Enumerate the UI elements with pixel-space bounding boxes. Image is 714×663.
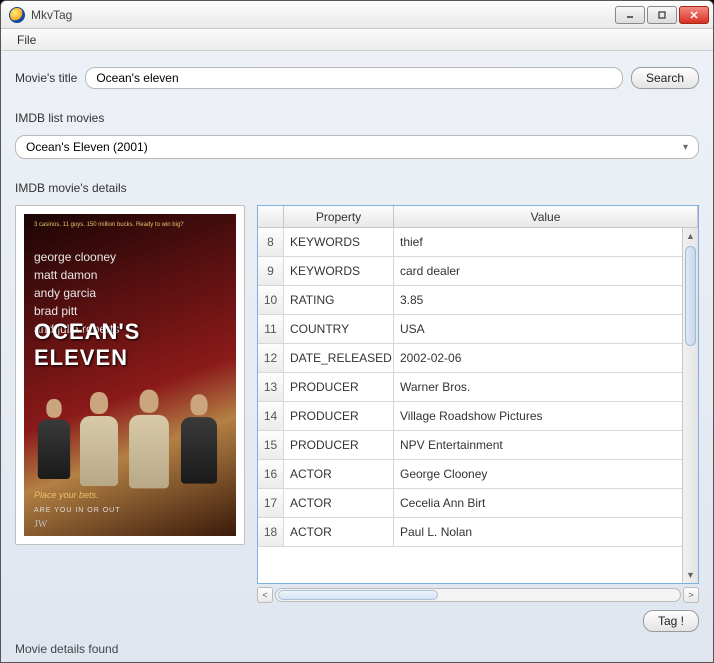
vertical-scrollbar[interactable]: ▲ ▼ [682, 228, 698, 583]
app-window: MkvTag File Movie's title Search IMDB li… [0, 0, 714, 663]
imdb-list-selected: Ocean's Eleven (2001) [26, 140, 148, 154]
chevron-down-icon: ▾ [683, 142, 688, 153]
value-cell[interactable]: 3.85 [394, 286, 698, 314]
imdb-list-label: IMDB list movies [15, 111, 699, 125]
movie-title-label: Movie's title [15, 71, 77, 85]
minimize-button[interactable] [615, 6, 645, 24]
scroll-up-icon[interactable]: ▲ [683, 228, 698, 244]
property-header[interactable]: Property [284, 206, 394, 227]
property-cell[interactable]: KEYWORDS [284, 257, 394, 285]
property-cell[interactable]: DATE_RELEASED [284, 344, 394, 372]
client-area: Movie's title Search IMDB list movies Oc… [1, 51, 713, 662]
search-button[interactable]: Search [631, 67, 699, 89]
close-button[interactable] [679, 6, 709, 24]
row-number: 16 [258, 460, 284, 488]
scroll-right-icon[interactable]: > [683, 587, 699, 603]
app-icon [9, 7, 25, 23]
row-number: 18 [258, 518, 284, 546]
property-cell[interactable]: KEYWORDS [284, 228, 394, 256]
row-number: 17 [258, 489, 284, 517]
value-header[interactable]: Value [394, 206, 698, 227]
search-row: Movie's title Search [15, 67, 699, 89]
hscroll-thumb[interactable] [278, 590, 438, 600]
table-row[interactable]: 15PRODUCERNPV Entertainment [258, 431, 698, 460]
table-header: Property Value [258, 206, 698, 228]
status-text: Movie details found [15, 642, 699, 656]
property-cell[interactable]: ACTOR [284, 460, 394, 488]
table-row[interactable]: 16ACTORGeorge Clooney [258, 460, 698, 489]
table-row[interactable]: 9KEYWORDScard dealer [258, 257, 698, 286]
table-row[interactable]: 18ACTORPaul L. Nolan [258, 518, 698, 547]
details-row: 3 casinos. 11 guys. 150 million bucks. R… [15, 205, 699, 584]
table-row[interactable]: 17ACTORCecelia Ann Birt [258, 489, 698, 518]
details-table: Property Value 8KEYWORDSthief9KEYWORDSca… [257, 205, 699, 584]
row-number: 9 [258, 257, 284, 285]
movie-title-input[interactable] [85, 67, 623, 89]
poster-tagline: Place your bets. [34, 490, 99, 500]
horizontal-scrollbar: < > [15, 586, 699, 604]
table-row[interactable]: 12DATE_RELEASED2002-02-06 [258, 344, 698, 373]
value-cell[interactable]: Paul L. Nolan [394, 518, 698, 546]
poster-studio: JW [34, 519, 47, 530]
value-cell[interactable]: George Clooney [394, 460, 698, 488]
row-number: 12 [258, 344, 284, 372]
property-cell[interactable]: ACTOR [284, 518, 394, 546]
table-body: 8KEYWORDSthief9KEYWORDScard dealer10RATI… [258, 228, 698, 583]
row-number: 11 [258, 315, 284, 343]
value-cell[interactable]: NPV Entertainment [394, 431, 698, 459]
tag-row: Tag ! [15, 610, 699, 632]
row-number: 13 [258, 373, 284, 401]
table-row[interactable]: 10RATING3.85 [258, 286, 698, 315]
window-controls [613, 6, 709, 24]
window-title: MkvTag [31, 8, 613, 22]
value-cell[interactable]: Village Roadshow Pictures [394, 402, 698, 430]
table-row[interactable]: 11COUNTRYUSA [258, 315, 698, 344]
table-row[interactable]: 8KEYWORDSthief [258, 228, 698, 257]
row-number: 10 [258, 286, 284, 314]
titlebar[interactable]: MkvTag [1, 1, 713, 29]
value-cell[interactable]: thief [394, 228, 698, 256]
property-cell[interactable]: ACTOR [284, 489, 394, 517]
vscroll-thumb[interactable] [685, 246, 696, 346]
value-cell[interactable]: card dealer [394, 257, 698, 285]
scroll-left-icon[interactable]: < [257, 587, 273, 603]
value-cell[interactable]: Cecelia Ann Birt [394, 489, 698, 517]
maximize-button[interactable] [647, 6, 677, 24]
value-cell[interactable]: USA [394, 315, 698, 343]
row-number: 14 [258, 402, 284, 430]
menubar: File [1, 29, 713, 51]
property-cell[interactable]: COUNTRY [284, 315, 394, 343]
property-cell[interactable]: PRODUCER [284, 373, 394, 401]
value-cell[interactable]: 2002-02-06 [394, 344, 698, 372]
table-row[interactable]: 13PRODUCERWarner Bros. [258, 373, 698, 402]
imdb-list-dropdown[interactable]: Ocean's Eleven (2001) ▾ [15, 135, 699, 159]
property-cell[interactable]: PRODUCER [284, 402, 394, 430]
property-cell[interactable]: PRODUCER [284, 431, 394, 459]
menu-file[interactable]: File [9, 31, 44, 49]
row-number-header[interactable] [258, 206, 284, 227]
scroll-down-icon[interactable]: ▼ [683, 567, 698, 583]
imdb-details-label: IMDB movie's details [15, 181, 699, 195]
row-number: 8 [258, 228, 284, 256]
value-cell[interactable]: Warner Bros. [394, 373, 698, 401]
hscroll-track[interactable] [275, 588, 681, 602]
poster-frame: 3 casinos. 11 guys. 150 million bucks. R… [15, 205, 245, 545]
property-cell[interactable]: RATING [284, 286, 394, 314]
table-row[interactable]: 14PRODUCERVillage Roadshow Pictures [258, 402, 698, 431]
tag-button[interactable]: Tag ! [643, 610, 699, 632]
movie-poster: 3 casinos. 11 guys. 150 million bucks. R… [24, 214, 236, 536]
row-number: 15 [258, 431, 284, 459]
